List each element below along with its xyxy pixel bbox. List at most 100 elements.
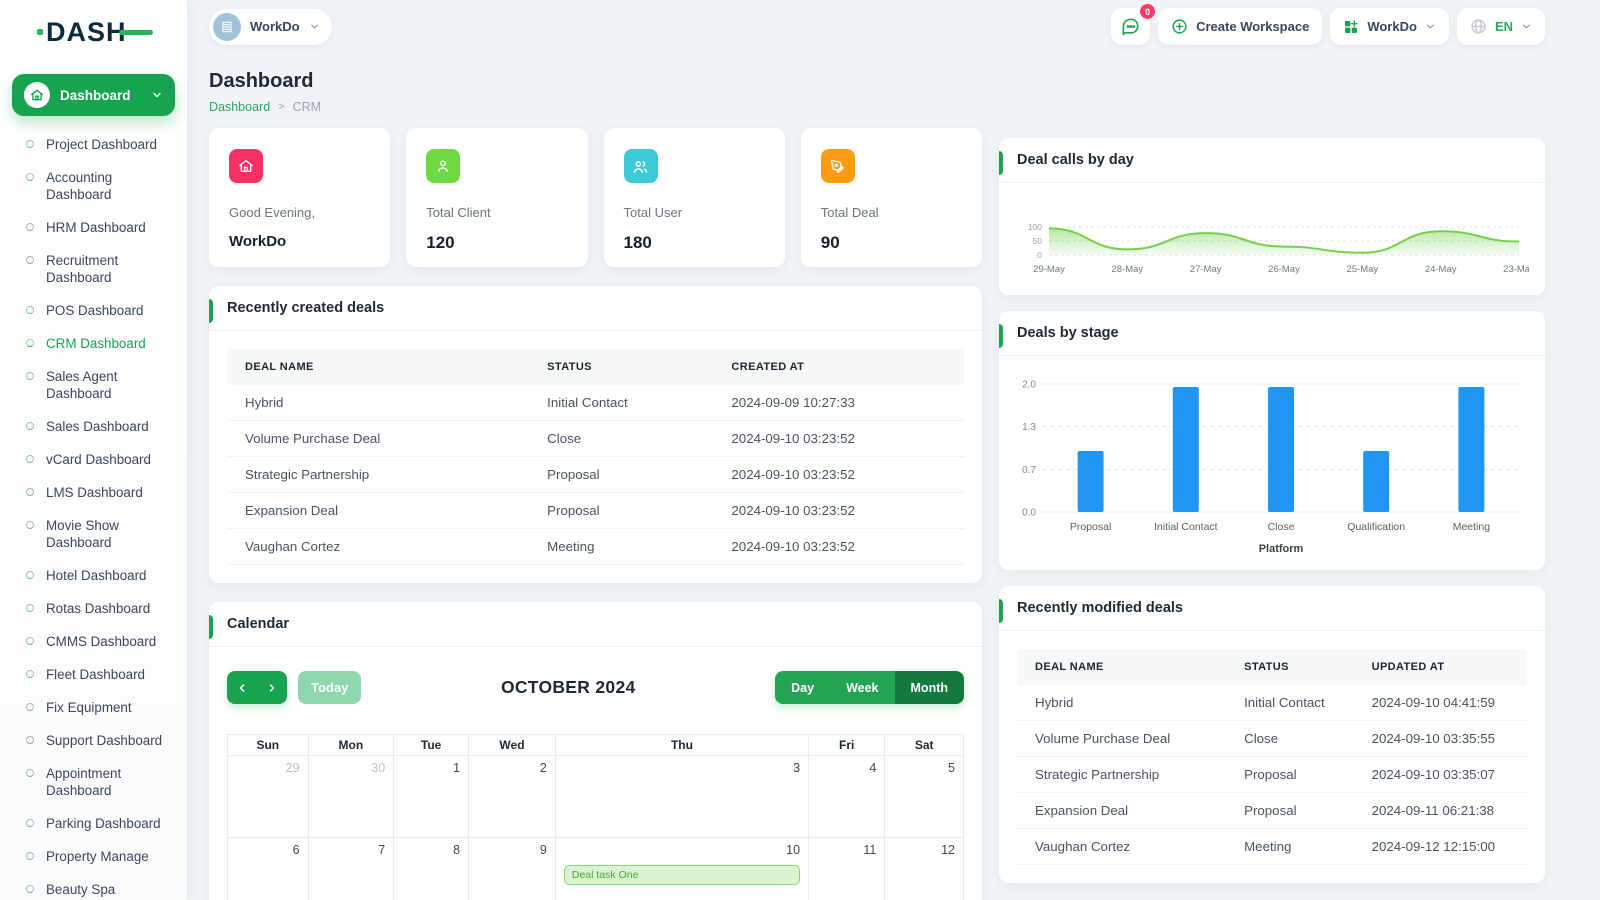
sidebar-item-label: LMS Dashboard	[46, 484, 143, 501]
calendar-day-cell[interactable]: 3	[555, 756, 808, 838]
svg-text:Proposal: Proposal	[1070, 521, 1111, 533]
table-cell: Proposal	[529, 457, 713, 493]
svg-text:0.7: 0.7	[1022, 465, 1036, 476]
calendar-view-month-button[interactable]: Month	[895, 671, 964, 704]
sidebar-item-fleet-dashboard[interactable]: Fleet Dashboard	[14, 658, 177, 691]
svg-text:Qualification: Qualification	[1347, 521, 1405, 533]
calendar-day-cell[interactable]: 4	[809, 756, 885, 838]
calendar-day-cell[interactable]: 1	[394, 756, 469, 838]
sidebar-item-property-manage[interactable]: Property Manage	[14, 840, 177, 873]
table-cell: 2024-09-10 03:35:07	[1354, 757, 1527, 793]
sidebar-item-beauty-spa-dashboard[interactable]: Beauty Spa Dashboard	[14, 873, 177, 900]
language-dropdown[interactable]: EN	[1457, 8, 1545, 45]
sidebar-item-lms-dashboard[interactable]: LMS Dashboard	[14, 476, 177, 509]
chevron-down-icon	[1521, 21, 1532, 32]
sidebar-item-recruitment-dashboard[interactable]: Recruitment Dashboard	[14, 244, 177, 294]
user-icon	[426, 149, 460, 183]
sidebar-item-support-dashboard[interactable]: Support Dashboard	[14, 724, 177, 757]
calendar-toolbar: Today OCTOBER 2024 DayWeekMonth	[227, 671, 964, 704]
bullet-icon	[26, 637, 34, 645]
svg-text:24-May: 24-May	[1425, 264, 1457, 275]
sidebar-item-label: Sales Dashboard	[46, 418, 149, 435]
calendar-day-header: Sun	[228, 735, 309, 756]
card-title: Recently modified deals	[999, 586, 1545, 631]
bullet-icon	[26, 173, 34, 181]
sidebar-item-hotel-dashboard[interactable]: Hotel Dashboard	[14, 559, 177, 592]
page-title: Dashboard	[209, 70, 1545, 93]
calendar-view-switcher: DayWeekMonth	[775, 671, 964, 704]
calendar-day-number: 29	[236, 761, 300, 775]
table-cell: Vaughan Cortez	[1017, 829, 1226, 865]
sidebar-item-fix-equipment[interactable]: Fix Equipment	[14, 691, 177, 724]
prev-month-button[interactable]	[227, 671, 257, 704]
chat-icon	[1121, 17, 1140, 36]
calendar-day-number: 6	[236, 843, 300, 857]
calendar-day-cell[interactable]: 11	[809, 838, 885, 900]
sidebar-item-vcard-dashboard[interactable]: vCard Dashboard	[14, 443, 177, 476]
sidebar-item-label: HRM Dashboard	[46, 219, 146, 236]
card-accent-bar	[209, 615, 213, 639]
calendar-event[interactable]: Deal task One	[564, 865, 800, 885]
sidebar-item-sales-dashboard[interactable]: Sales Dashboard	[14, 410, 177, 443]
sidebar-item-accounting-dashboard[interactable]: Accounting Dashboard	[14, 161, 177, 211]
calendar-day-cell[interactable]: 8	[394, 838, 469, 900]
bullet-icon	[26, 670, 34, 678]
logo-accent-dot	[37, 29, 43, 35]
recently-created-deals-card: Recently created deals DEAL NAMESTATUSCR…	[209, 286, 982, 583]
app-logo[interactable]: DASH	[46, 17, 127, 48]
topbar-actions: 0 Create Workspace WorkDo EN	[1111, 8, 1545, 45]
deal-calls-chart: 10050029-May28-May27-May26-May25-May24-M…	[1015, 187, 1529, 287]
calendar-day-number: 10	[564, 843, 800, 857]
svg-text:Close: Close	[1268, 521, 1295, 533]
sidebar-item-project-dashboard[interactable]: Project Dashboard	[14, 128, 177, 161]
calendar-day-cell[interactable]: 2	[469, 756, 556, 838]
table-cell: Hybrid	[227, 385, 529, 421]
sidebar-item-label: Movie Show Dashboard	[46, 517, 171, 551]
stat-value: 120	[426, 233, 567, 253]
calendar-day-cell[interactable]: 12	[885, 838, 964, 900]
sidebar-item-appointment-dashboard[interactable]: Appointment Dashboard	[14, 757, 177, 807]
sidebar-item-label: Parking Dashboard	[46, 815, 161, 832]
workspace-dropdown[interactable]: WorkDo	[1330, 8, 1449, 45]
breadcrumb-home-link[interactable]: Dashboard	[209, 100, 270, 114]
calendar-day-cell[interactable]: 7	[308, 838, 394, 900]
table-cell: Meeting	[1226, 829, 1354, 865]
create-workspace-button[interactable]: Create Workspace	[1158, 8, 1322, 45]
sidebar-item-parking-dashboard[interactable]: Parking Dashboard	[14, 807, 177, 840]
calendar-day-cell[interactable]: 29	[228, 756, 309, 838]
table-cell: 2024-09-09 10:27:33	[713, 385, 964, 421]
messages-button[interactable]: 0	[1111, 8, 1150, 45]
calendar-view-day-button[interactable]: Day	[775, 671, 830, 704]
workspace-switcher[interactable]: WorkDo	[209, 9, 332, 45]
language-label: EN	[1495, 19, 1513, 34]
calendar-day-cell[interactable]: 9	[469, 838, 556, 900]
today-button[interactable]: Today	[298, 671, 361, 704]
sidebar-item-cmms-dashboard[interactable]: CMMS Dashboard	[14, 625, 177, 658]
sidebar-item-movie-show-dashboard[interactable]: Movie Show Dashboard	[14, 509, 177, 559]
calendar-day-number: 8	[402, 843, 460, 857]
table-row: Expansion DealProposal2024-09-10 03:23:5…	[227, 493, 964, 529]
sidebar-item-label: POS Dashboard	[46, 302, 144, 319]
calendar-day-cell[interactable]: 30	[308, 756, 394, 838]
sidebar-item-rotas-dashboard[interactable]: Rotas Dashboard	[14, 592, 177, 625]
recently-created-deals-table: DEAL NAMESTATUSCREATED AT HybridInitial …	[227, 349, 964, 565]
next-month-button[interactable]	[257, 671, 287, 704]
sidebar-item-crm-dashboard[interactable]: CRM Dashboard	[14, 327, 177, 360]
card-accent-bar	[209, 299, 213, 323]
calendar-day-cell[interactable]: 5	[885, 756, 964, 838]
calendar-day-cell[interactable]: 10 Deal task One	[555, 838, 808, 900]
table-cell: Expansion Deal	[1017, 793, 1226, 829]
table-row: Vaughan CortezMeeting2024-09-10 03:23:52	[227, 529, 964, 565]
breadcrumb-separator: >	[278, 101, 284, 113]
sidebar-item-hrm-dashboard[interactable]: HRM Dashboard	[14, 211, 177, 244]
calendar-day-cell[interactable]: 6	[228, 838, 309, 900]
sidebar-item-label: Beauty Spa Dashboard	[46, 881, 171, 900]
create-workspace-label: Create Workspace	[1196, 19, 1309, 34]
svg-text:26-May: 26-May	[1268, 264, 1300, 275]
sidebar-dashboard-button[interactable]: Dashboard	[12, 74, 175, 116]
calendar-view-week-button[interactable]: Week	[830, 671, 894, 704]
table-row: Strategic PartnershipProposal2024-09-10 …	[227, 457, 964, 493]
table-cell: Vaughan Cortez	[227, 529, 529, 565]
sidebar-item-sales-agent-dashboard[interactable]: Sales Agent Dashboard	[14, 360, 177, 410]
sidebar-item-pos-dashboard[interactable]: POS Dashboard	[14, 294, 177, 327]
